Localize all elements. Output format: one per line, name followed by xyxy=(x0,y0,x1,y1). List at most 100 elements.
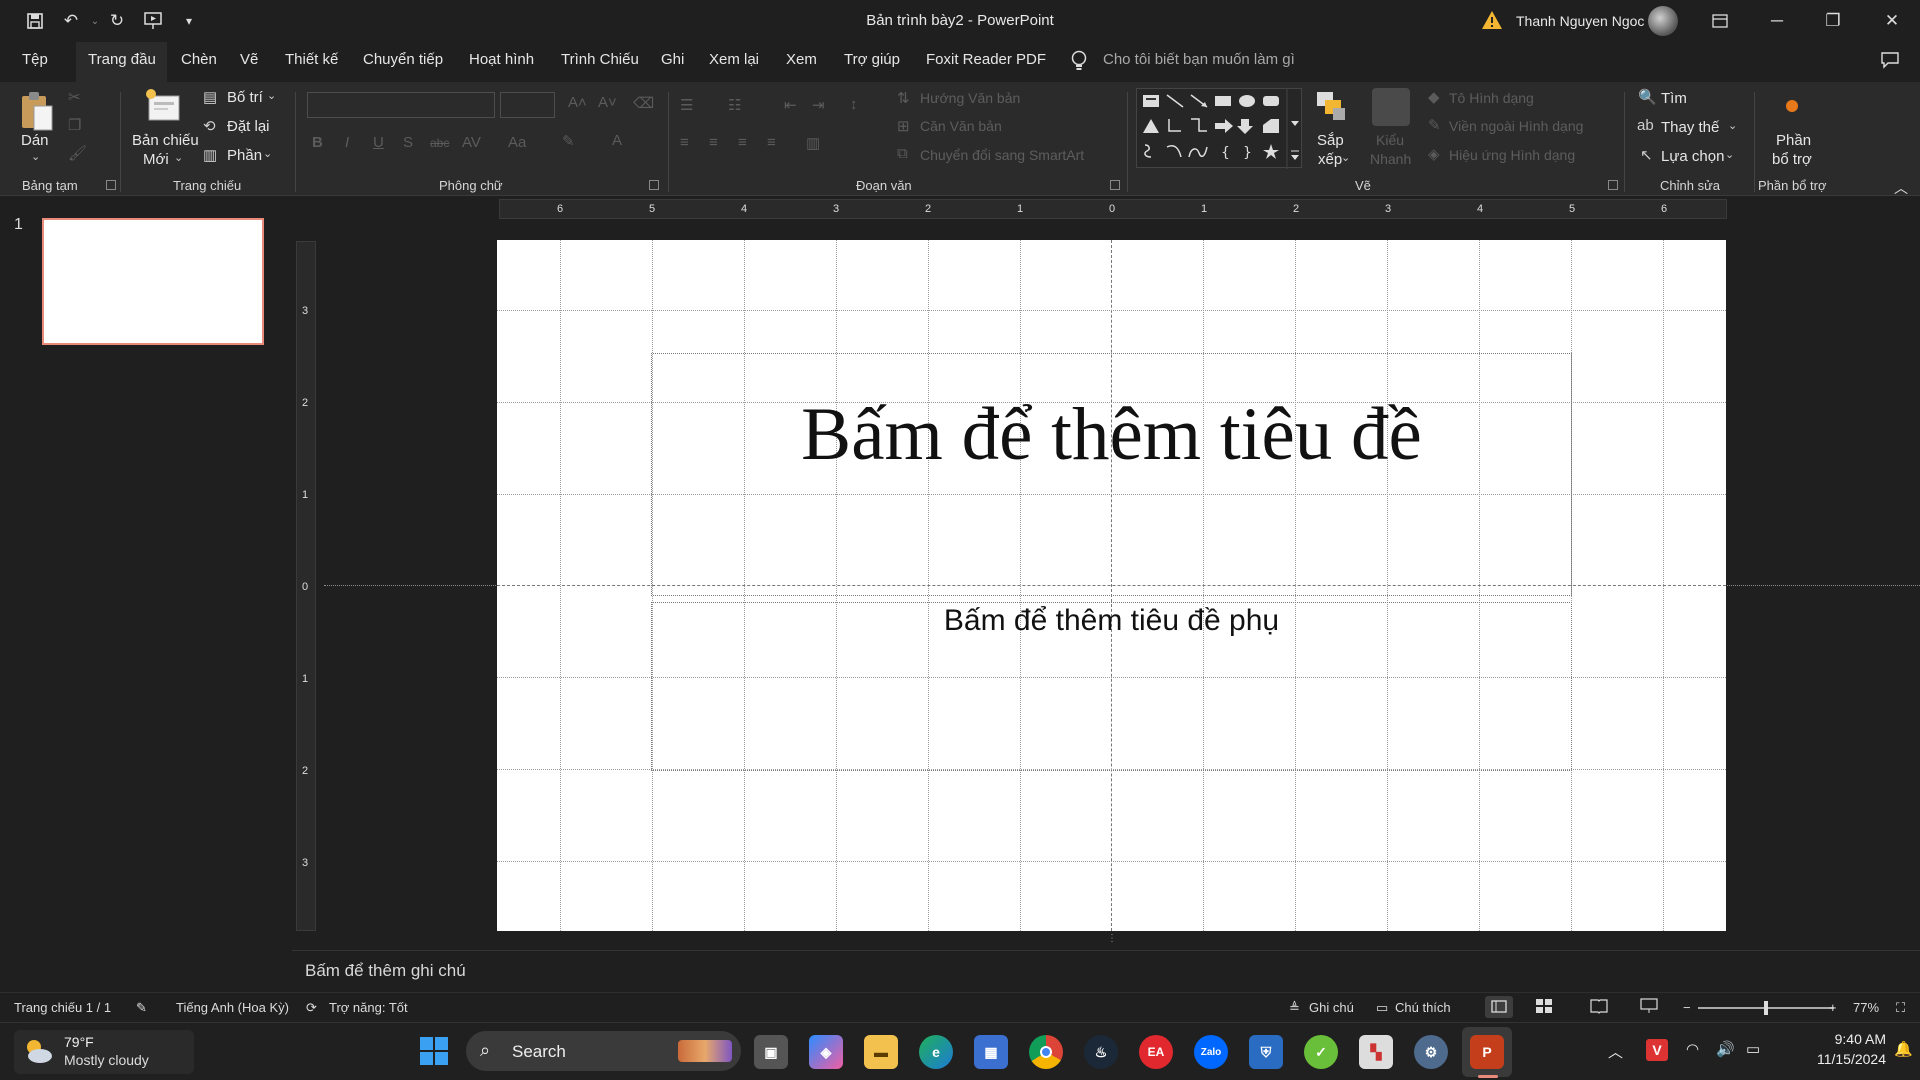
clipboard-launcher-icon[interactable] xyxy=(106,180,116,190)
vertical-ruler[interactable]: 3 2 1 0 1 2 3 xyxy=(296,241,316,931)
tab-transitions[interactable]: Chuyển tiếp xyxy=(363,51,443,75)
notes-icon[interactable]: ≜ xyxy=(1289,1000,1300,1016)
present-from-start-icon[interactable] xyxy=(140,8,166,34)
wifi-icon[interactable]: ◠ xyxy=(1686,1040,1699,1058)
start-icon[interactable] xyxy=(419,1036,451,1068)
leaf-app-icon[interactable]: ✓ xyxy=(1304,1035,1338,1069)
avatar[interactable] xyxy=(1648,6,1678,36)
tab-slideshow[interactable]: Trình Chiếu xyxy=(561,51,639,75)
paste-icon[interactable] xyxy=(20,90,54,132)
section-dropdown-icon[interactable]: ⌄ xyxy=(263,147,272,160)
font-size-input[interactable] xyxy=(500,92,555,118)
tab-foxit[interactable]: Foxit Reader PDF xyxy=(926,51,1046,75)
accessibility-status[interactable]: Trợ năng: Tốt xyxy=(329,1000,408,1015)
comments-button[interactable]: Chú thích xyxy=(1395,1000,1451,1015)
tell-me-search[interactable]: Cho tôi biết bạn muốn làm gì xyxy=(1103,51,1295,75)
store-icon[interactable]: ▦ xyxy=(974,1035,1008,1069)
tab-insert[interactable]: Chèn xyxy=(181,51,217,75)
paste-dropdown-icon[interactable]: ⌄ xyxy=(31,150,40,163)
weather-widget[interactable]: 79°F Mostly cloudy xyxy=(14,1030,194,1074)
notes-button[interactable]: Ghi chú xyxy=(1309,1000,1354,1015)
slide-canvas[interactable]: Bấm để thêm tiêu đề Bấm để thêm tiêu đề … xyxy=(497,240,1726,931)
battery-icon[interactable]: ▭ xyxy=(1746,1040,1760,1058)
arrange-icon[interactable] xyxy=(1313,88,1349,124)
warning-icon[interactable] xyxy=(1481,10,1503,32)
slide-thumbnail[interactable] xyxy=(42,218,264,345)
select-button[interactable]: Lựa chọn xyxy=(1661,148,1724,165)
slide-sorter-icon[interactable] xyxy=(1535,998,1553,1019)
paste-button[interactable]: Dán xyxy=(21,132,49,149)
tab-help[interactable]: Trợ giúp xyxy=(844,51,900,75)
tab-animations[interactable]: Hoạt hình xyxy=(469,51,534,75)
drawing-launcher-icon[interactable] xyxy=(1608,180,1618,190)
arrange-button[interactable]: Sắp xyxy=(1317,132,1344,149)
new-slide-icon[interactable] xyxy=(145,88,181,124)
reset-icon[interactable]: ⟲ xyxy=(203,117,216,135)
chrome-icon[interactable] xyxy=(1029,1035,1063,1069)
section-button[interactable]: Phần xyxy=(227,147,262,164)
new-slide-label-2[interactable]: Mới xyxy=(143,151,169,168)
vivaldi-tray-icon[interactable]: V xyxy=(1646,1039,1668,1061)
tab-record[interactable]: Ghi xyxy=(661,51,684,75)
shield-app-icon[interactable]: ⛨ xyxy=(1249,1035,1283,1069)
arrange-dropdown-icon[interactable]: ⌄ xyxy=(1341,151,1350,164)
layout-dropdown-icon[interactable]: ⌄ xyxy=(267,89,276,102)
paragraph-launcher-icon[interactable] xyxy=(1110,180,1120,190)
new-slide-label[interactable]: Bản chiếu xyxy=(132,132,199,149)
find-button[interactable]: Tìm xyxy=(1661,90,1687,107)
accessibility-icon[interactable]: ⟳ xyxy=(306,1000,317,1016)
comments-status-icon[interactable]: ▭ xyxy=(1376,1000,1388,1016)
volume-icon[interactable]: 🔊 xyxy=(1716,1040,1735,1058)
font-launcher-icon[interactable] xyxy=(649,180,659,190)
edge-icon[interactable]: e xyxy=(919,1035,953,1069)
zoom-level[interactable]: 77% xyxy=(1853,1000,1879,1015)
arrange-button-2[interactable]: xếp xyxy=(1318,151,1342,168)
layout-icon[interactable]: ▤ xyxy=(203,88,217,106)
minimize-icon[interactable]: ─ xyxy=(1749,0,1805,42)
notes-pane[interactable]: Bấm để thêm ghi chú xyxy=(292,950,1920,992)
zoom-in-icon[interactable]: + xyxy=(1829,1000,1837,1015)
find-icon[interactable]: 🔍 xyxy=(1638,88,1657,106)
spelling-icon[interactable]: ✎ xyxy=(136,1000,147,1016)
language-status[interactable]: Tiếng Anh (Hoa Kỳ) xyxy=(176,1000,289,1015)
shapes-gallery[interactable]: { } xyxy=(1136,88,1302,169)
font-name-input[interactable] xyxy=(307,92,495,118)
powerpoint-icon[interactable]: P xyxy=(1470,1035,1504,1069)
layout-button[interactable]: Bố trí xyxy=(227,89,263,106)
copilot-icon[interactable]: ◈ xyxy=(809,1035,843,1069)
search-box[interactable]: ⌕ Search xyxy=(466,1031,741,1071)
clock-date[interactable]: 11/15/2024 xyxy=(1786,1051,1886,1067)
horizontal-ruler[interactable]: 6 5 4 3 2 1 0 1 2 3 4 5 6 xyxy=(499,199,1727,219)
slideshow-view-icon[interactable] xyxy=(1640,998,1658,1019)
notes-placeholder[interactable]: Bấm để thêm ghi chú xyxy=(305,961,466,981)
select-icon[interactable]: ↖ xyxy=(1640,146,1653,164)
zalo-icon[interactable]: Zalo xyxy=(1194,1035,1228,1069)
save-icon[interactable] xyxy=(22,8,48,34)
task-view-icon[interactable]: ▣ xyxy=(754,1035,788,1069)
settings-icon[interactable]: ⚙ xyxy=(1414,1035,1448,1069)
tab-draw[interactable]: Vẽ xyxy=(240,51,258,75)
addins-button[interactable]: Phần xyxy=(1776,132,1811,149)
slide-title[interactable]: Bấm để thêm tiêu đề xyxy=(497,392,1726,478)
customize-toolbar-icon[interactable]: ▾ xyxy=(176,8,202,34)
replace-button[interactable]: Thay thế xyxy=(1661,119,1719,136)
undo-icon[interactable]: ↶ xyxy=(58,8,84,34)
replace-dropdown-icon[interactable]: ⌄ xyxy=(1728,119,1737,132)
clock-time[interactable]: 9:40 AM xyxy=(1786,1031,1886,1047)
replace-icon[interactable]: ab xyxy=(1637,117,1654,134)
tab-home[interactable]: Trang đầu xyxy=(88,51,156,75)
zoom-out-icon[interactable]: − xyxy=(1683,1000,1691,1015)
reading-view-icon[interactable] xyxy=(1590,998,1608,1019)
tab-design[interactable]: Thiết kế xyxy=(285,51,338,75)
slide-subtitle[interactable]: Bấm để thêm tiêu đề phụ xyxy=(497,604,1726,638)
normal-view-button[interactable] xyxy=(1485,996,1513,1018)
comments-icon[interactable] xyxy=(1880,51,1900,74)
select-dropdown-icon[interactable]: ⌄ xyxy=(1725,148,1734,161)
reset-button[interactable]: Đặt lại xyxy=(227,118,270,135)
notifications-icon[interactable]: 🔔 xyxy=(1894,1040,1913,1058)
ea-icon[interactable]: EA xyxy=(1139,1035,1173,1069)
addins-button-2[interactable]: bổ trợ xyxy=(1772,151,1812,168)
addins-icon[interactable] xyxy=(1786,100,1798,112)
zoom-slider-thumb[interactable] xyxy=(1764,1001,1768,1015)
restore-icon[interactable]: ❐ xyxy=(1805,0,1861,42)
